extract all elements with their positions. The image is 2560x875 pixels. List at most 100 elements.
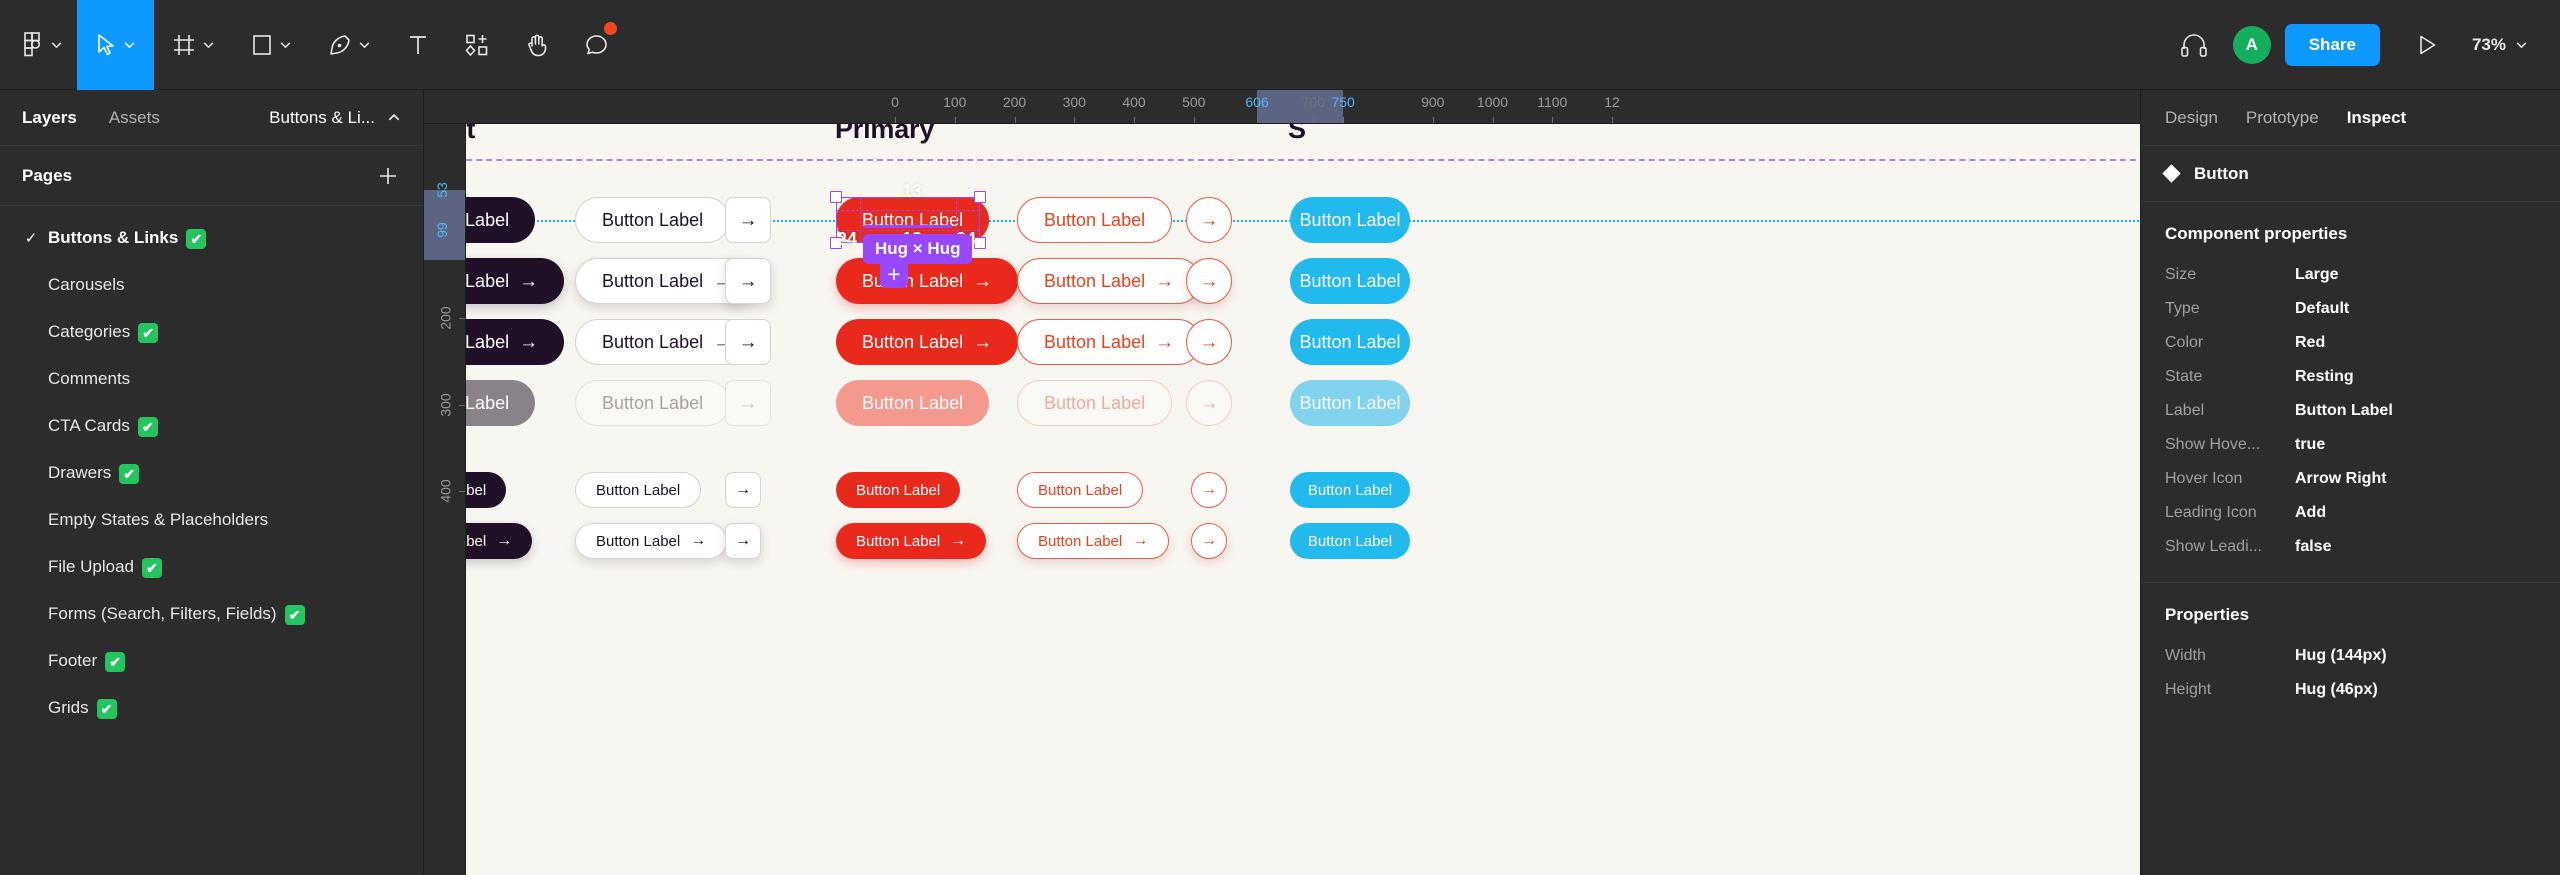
add-plus-badge[interactable]: +: [880, 260, 908, 288]
design-canvas[interactable]: Default Primary S Button Label Button La…: [466, 124, 2140, 875]
component-property-value[interactable]: Default: [2295, 300, 2349, 318]
button-label: Button Label: [466, 270, 510, 291]
button-label: Button Label: [466, 392, 510, 413]
button-sm-default-outline-resting[interactable]: Button Label: [575, 472, 702, 508]
page-item[interactable]: Drawers ✔: [0, 449, 423, 496]
present-play-icon[interactable]: [2398, 0, 2456, 90]
button-primary-pressed[interactable]: Button Label →: [836, 319, 1019, 365]
component-property-value[interactable]: Button Label: [2295, 402, 2393, 420]
component-property-value[interactable]: Large: [2295, 266, 2339, 284]
page-item-text: Footer: [48, 650, 98, 670]
button-secondary-resting[interactable]: Button Label: [1290, 197, 1410, 243]
component-property-value[interactable]: Red: [2295, 334, 2325, 352]
page-item[interactable]: Forms (Search, Filters, Fields) ✔: [0, 590, 423, 637]
figma-logo-icon[interactable]: [0, 0, 77, 90]
arrow-right-icon: →: [1199, 270, 1219, 292]
button-sm-primary-outline-hover[interactable]: Button Label →: [1017, 523, 1170, 559]
button-primary-outline-pressed[interactable]: Button Label →: [1017, 319, 1202, 365]
button-sm-secondary-resting[interactable]: Button Label: [1290, 472, 1410, 508]
button-primary-outline-hover[interactable]: Button Label →: [1017, 258, 1202, 304]
page-item-label: Buttons & Links ✔: [48, 228, 207, 249]
page-item[interactable]: Carousels: [0, 261, 423, 308]
component-property-row: Label Button Label: [2165, 398, 2536, 424]
ruler-tick-label: 300: [1062, 94, 1086, 110]
page-item[interactable]: Categories ✔: [0, 308, 423, 355]
chevron-down-icon: [124, 42, 135, 49]
file-name-dropdown[interactable]: Buttons & Li...: [269, 108, 401, 128]
components-tool-icon[interactable]: [447, 0, 507, 90]
vertical-ruler[interactable]: 53 99 200 300 400: [424, 124, 466, 875]
page-item[interactable]: Grids ✔: [0, 684, 423, 731]
frame-tool-icon[interactable]: [154, 0, 233, 90]
tab-prototype[interactable]: Prototype: [2246, 108, 2319, 128]
pen-tool-icon[interactable]: [310, 0, 389, 90]
share-button[interactable]: Share: [2284, 23, 2380, 66]
button-sm-default-icon-resting[interactable]: →: [725, 472, 761, 508]
selection-handle-tl[interactable]: [830, 191, 842, 203]
pages-list: ✓ Buttons & Links ✔ Carousels Categories ✔ Com…: [0, 206, 423, 731]
button-default-resting[interactable]: Button Label: [466, 197, 536, 243]
button-default-icon-resting[interactable]: →: [725, 197, 771, 243]
zoom-control[interactable]: 73%: [2456, 35, 2536, 55]
button-primary-icon-pressed[interactable]: →: [1186, 319, 1232, 365]
text-tool-icon[interactable]: [389, 0, 447, 90]
button-sm-default-outline-hover[interactable]: Button Label →: [575, 523, 728, 559]
add-page-icon[interactable]: [375, 163, 401, 189]
component-properties-title: Component properties: [2165, 224, 2348, 243]
ruler-tick-label: 606: [1245, 94, 1269, 110]
button-sm-secondary-hover[interactable]: Button Label: [1290, 523, 1410, 559]
page-item-text: Drawers: [48, 462, 112, 482]
arrow-right-icon: →: [519, 270, 539, 292]
tab-inspect[interactable]: Inspect: [2347, 108, 2407, 128]
button-sm-default-resting[interactable]: Button Label: [466, 472, 507, 508]
button-sm-primary-icon-hover[interactable]: →: [1191, 523, 1227, 559]
ruler-tick: 750: [1303, 90, 1383, 123]
component-property-value[interactable]: Resting: [2295, 368, 2354, 386]
ruler-tick-mark: [1134, 117, 1135, 123]
move-tool-icon[interactable]: [77, 0, 154, 90]
component-property-value[interactable]: false: [2295, 538, 2331, 556]
page-item[interactable]: ✓ Buttons & Links ✔: [0, 214, 423, 261]
tab-layers[interactable]: Layers: [22, 108, 77, 128]
button-sm-primary-resting[interactable]: Button Label: [836, 472, 961, 508]
component-property-key: Type: [2165, 300, 2200, 317]
shape-tool-icon[interactable]: [233, 0, 310, 90]
page-item[interactable]: Footer ✔: [0, 637, 423, 684]
page-item[interactable]: CTA Cards ✔: [0, 402, 423, 449]
selection-handle-tr[interactable]: [974, 191, 986, 203]
button-default-outline-resting[interactable]: Button Label: [575, 197, 731, 243]
button-secondary-hover[interactable]: Button Label: [1290, 258, 1410, 304]
tab-design[interactable]: Design: [2165, 108, 2218, 128]
button-sm-default-icon-hover[interactable]: →: [725, 523, 761, 559]
page-item[interactable]: File Upload ✔: [0, 543, 423, 590]
button-default-icon-hover[interactable]: →: [725, 258, 771, 304]
button-primary-outline-resting[interactable]: Button Label: [1017, 197, 1173, 243]
component-property-value[interactable]: Arrow Right: [2295, 470, 2387, 488]
component-property-value[interactable]: true: [2295, 436, 2325, 454]
page-item-label: Grids ✔: [48, 698, 117, 719]
button-default-icon-pressed[interactable]: →: [725, 319, 771, 365]
tab-assets[interactable]: Assets: [109, 108, 160, 128]
comment-tool-icon[interactable]: [567, 0, 627, 90]
button-default-hover[interactable]: Button Label →: [466, 258, 565, 304]
page-item[interactable]: Empty States & Placeholders: [0, 496, 423, 543]
selected-component-row[interactable]: Button: [2141, 146, 2560, 202]
property-value[interactable]: Hug (46px): [2295, 681, 2378, 699]
property-value[interactable]: Hug (144px): [2295, 647, 2387, 665]
avatar[interactable]: A: [2232, 25, 2271, 64]
ruler-tick-mark: [1074, 117, 1076, 123]
button-primary-icon-resting[interactable]: →: [1186, 197, 1232, 243]
button-sm-default-hover[interactable]: Button Label →: [466, 523, 533, 559]
component-property-key: Size: [2165, 266, 2197, 283]
button-primary-hover[interactable]: Button Label →: [836, 258, 1019, 304]
button-sm-primary-hover[interactable]: Button Label →: [836, 523, 987, 559]
headset-icon[interactable]: [2165, 0, 2223, 90]
hand-tool-icon[interactable]: [507, 0, 567, 90]
button-secondary-pressed[interactable]: Button Label: [1290, 319, 1410, 365]
button-primary-icon-hover[interactable]: →: [1186, 258, 1232, 304]
button-sm-primary-icon-resting[interactable]: →: [1191, 472, 1227, 508]
component-property-value[interactable]: Add: [2295, 504, 2326, 522]
page-item[interactable]: Comments: [0, 355, 423, 402]
button-sm-primary-outline-resting[interactable]: Button Label: [1017, 472, 1144, 508]
button-default-pressed[interactable]: Button Label →: [466, 319, 565, 365]
